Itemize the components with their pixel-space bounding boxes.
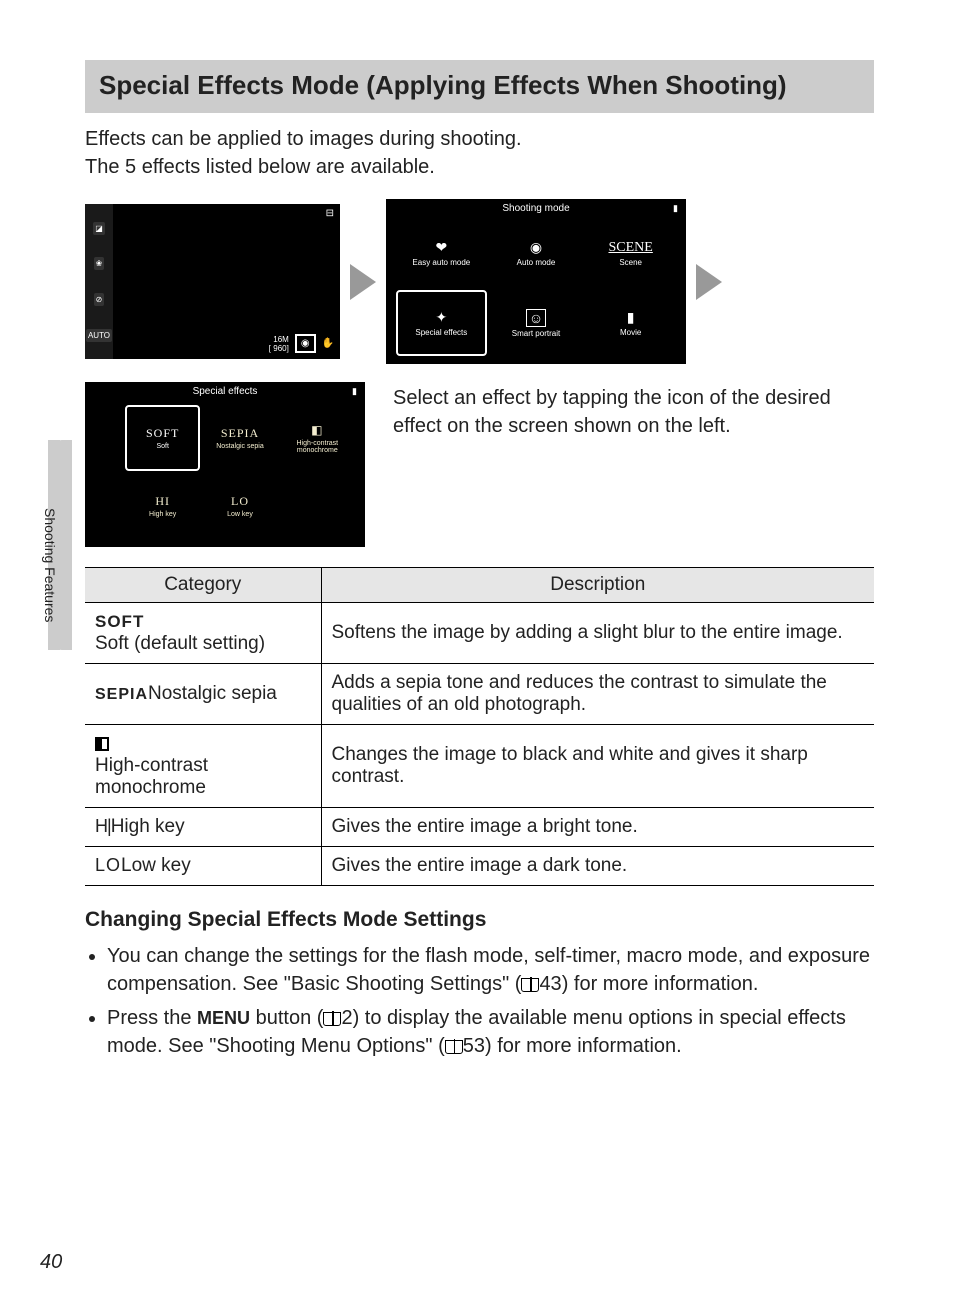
- table-row: High-contrast monochromeChanges the imag…: [85, 725, 874, 808]
- category-cell: High-contrast monochrome: [85, 725, 321, 808]
- page-title: Special Effects Mode (Applying Effects W…: [85, 60, 874, 113]
- description-cell: Gives the entire image a bright tone.: [321, 808, 874, 847]
- menu-button-label: MENU: [197, 1008, 250, 1028]
- mode-scene: SCENEScene: [585, 220, 676, 286]
- table-header-category: Category: [85, 568, 321, 603]
- effect-high-contrast: ◧High-contrast monochrome: [280, 405, 355, 471]
- effect-empty: [280, 473, 355, 539]
- book-icon: [521, 978, 539, 992]
- camera-preview-screenshot: ◪ ❀ ⊘ AUTO ⊟ 16M [ 960] ◉ ✋: [85, 204, 340, 359]
- preview-sidebar-icon: ⊘: [94, 293, 105, 306]
- effect-soft: SOFTSoft: [125, 405, 200, 471]
- table-row: SOFT Soft (default setting)Softens the i…: [85, 603, 874, 664]
- description-cell: Softens the image by adding a slight blu…: [321, 603, 874, 664]
- description-cell: Gives the entire image a dark tone.: [321, 847, 874, 886]
- preview-counter-top: 16M: [273, 335, 289, 344]
- subheading: Changing Special Effects Mode Settings: [85, 908, 874, 932]
- camera-mode-icon: ◉: [295, 334, 316, 353]
- effects-table: Category Description SOFT Soft (default …: [85, 567, 874, 886]
- intro-line-2: The 5 effects listed below are available…: [85, 153, 874, 181]
- bullet-2: Press the MENU button (2) to display the…: [107, 1004, 874, 1060]
- preview-stack-icon: ⊟: [326, 208, 334, 219]
- special-effects-menu-screenshot: Special effects ▮ SOFTSoft SEPIANostalgi…: [85, 382, 365, 547]
- description-cell: Adds a sepia tone and reduces the contra…: [321, 664, 874, 725]
- preview-sidebar-icon: ◪: [93, 222, 105, 235]
- table-row: LO Low keyGives the entire image a dark …: [85, 847, 874, 886]
- category-cell: SEPIA Nostalgic sepia: [85, 664, 321, 725]
- table-row: SEPIA Nostalgic sepiaAdds a sepia tone a…: [85, 664, 874, 725]
- arrow-right-icon: [696, 264, 722, 300]
- battery-icon: ▮: [673, 203, 678, 214]
- bullet-1: You can change the settings for the flas…: [107, 942, 874, 998]
- table-row: H| High keyGives the entire image a brig…: [85, 808, 874, 847]
- book-icon: [445, 1040, 463, 1054]
- mode-special-effects: ✦Special effects: [396, 290, 487, 356]
- shooting-mode-menu-screenshot: Shooting mode ▮ ❤Easy auto mode ◉Auto mo…: [386, 199, 686, 364]
- effect-sepia: SEPIANostalgic sepia: [202, 405, 277, 471]
- preview-sidebar-icon: ❀: [94, 257, 105, 270]
- battery-icon: ▮: [352, 386, 357, 397]
- side-tab-label: Shooting Features: [42, 508, 58, 622]
- category-cell: H| High key: [85, 808, 321, 847]
- mode-easy-auto: ❤Easy auto mode: [396, 220, 487, 286]
- description-cell: Changes the image to black and white and…: [321, 725, 874, 808]
- preview-counter-bottom: [ 960]: [269, 344, 289, 353]
- mode-auto: ◉Auto mode: [491, 220, 582, 286]
- mode-smart-portrait: ☺Smart portrait: [491, 290, 582, 356]
- page-number: 40: [40, 1251, 62, 1274]
- category-cell: LO Low key: [85, 847, 321, 886]
- mode-movie: ▮Movie: [585, 290, 676, 356]
- preview-sidebar-icon: AUTO: [86, 329, 112, 342]
- category-cell: SOFT Soft (default setting): [85, 603, 321, 664]
- shooting-mode-title: Shooting mode: [502, 203, 569, 214]
- special-effects-title: Special effects: [193, 386, 258, 397]
- select-instruction-text: Select an effect by tapping the icon of …: [393, 382, 874, 440]
- intro-line-1: Effects can be applied to images during …: [85, 125, 874, 153]
- effect-low-key: LOLow key: [202, 473, 277, 539]
- book-icon: [323, 1012, 341, 1026]
- preview-hand-icon: ✋: [322, 338, 334, 349]
- table-header-description: Description: [321, 568, 874, 603]
- arrow-right-icon: [350, 264, 376, 300]
- effect-high-key: HIHigh key: [125, 473, 200, 539]
